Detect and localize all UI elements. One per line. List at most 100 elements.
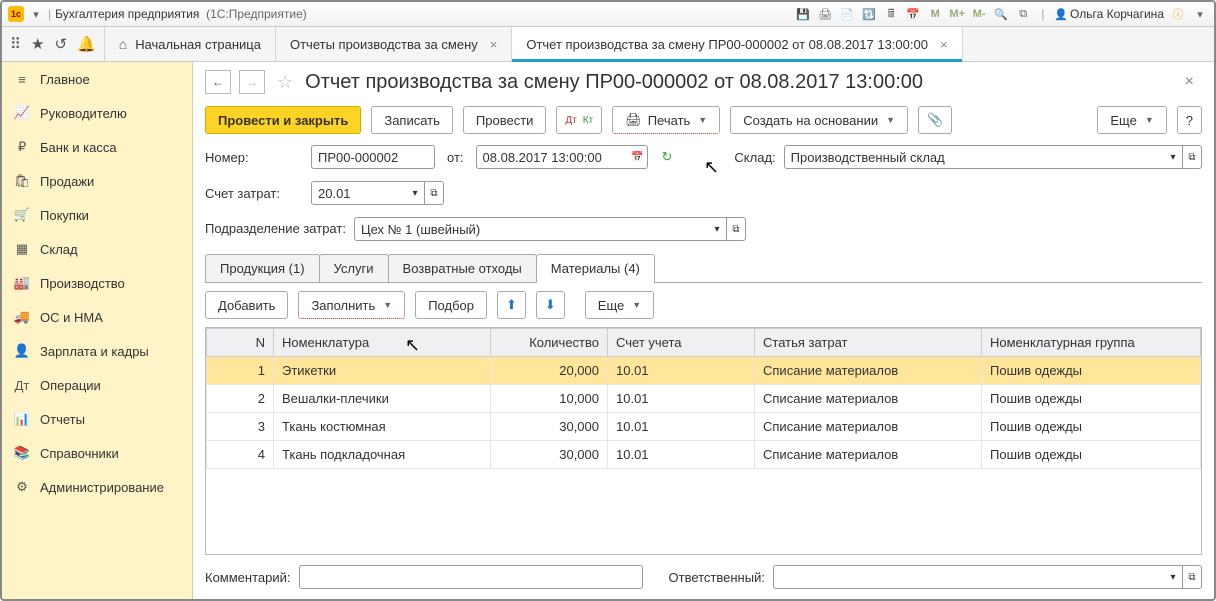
dt-kt-button[interactable]: ДтКт (556, 106, 602, 134)
sidebar-item-12[interactable]: ⚙Администрирование (2, 470, 192, 504)
calendar-icon[interactable]: 📅 (905, 6, 921, 22)
save-button[interactable]: Записать (371, 106, 453, 134)
table-row[interactable]: 2Вешалки-плечики10,00010.01Списание мате… (207, 385, 1201, 413)
sidebar-item-8[interactable]: 👤Зарплата и кадры (2, 334, 192, 368)
notifications-icon[interactable]: 🔔 (77, 35, 96, 53)
sidebar-item-5[interactable]: ▦Склад (2, 232, 192, 266)
sys-icons: ⠿ ★ ↺ 🔔 (2, 27, 105, 61)
materials-table[interactable]: N Номенклатура Количество Счет учета Ста… (205, 327, 1202, 555)
chevron-down-icon[interactable]: ▾ (1164, 565, 1183, 589)
user-label[interactable]: 👤Ольга Корчагина (1054, 7, 1164, 21)
print-icon[interactable]: 🖨 (817, 6, 833, 22)
sidebar-item-2[interactable]: ₽Банк и касса (2, 130, 192, 164)
post-button[interactable]: Провести (463, 106, 547, 134)
open-icon[interactable]: ⧉ (1183, 565, 1202, 589)
refresh-icon[interactable]: ↻ (662, 149, 673, 165)
sidebar-item-4[interactable]: 🛒 Покупки (2, 198, 192, 232)
comment-input[interactable] (299, 565, 643, 589)
post-and-close-button[interactable]: Провести и закрыть (205, 106, 361, 134)
tab-returns[interactable]: Возвратные отходы (388, 254, 537, 282)
sidebar-item-11[interactable]: 📚Справочники (2, 436, 192, 470)
print-button[interactable]: 🖨Печать▼ (612, 106, 720, 134)
sidebar-item-6[interactable]: 🏭Производство (2, 266, 192, 300)
sidebar-icon: 🛒 (14, 207, 30, 223)
warehouse-combo[interactable]: Производственный склад ▾ ⧉ (784, 145, 1202, 169)
tab-current-doc[interactable]: Отчет производства за смену ПР00-000002 … (512, 27, 962, 61)
date-input[interactable]: 08.08.2017 13:00:00 📅 (476, 145, 648, 169)
sidebar-item-label: Покупки (40, 208, 89, 223)
sidebar-item-label: Производство (40, 276, 125, 291)
menu-icon[interactable]: ▾ (1192, 6, 1208, 22)
sidebar-item-1[interactable]: 📈Руководителю (2, 96, 192, 130)
calc-icon[interactable]: 🖩 (883, 6, 899, 22)
calendar-icon[interactable]: 📅 (629, 145, 648, 169)
tab-home[interactable]: ⌂ Начальная страница (105, 27, 276, 61)
sidebar-item-3[interactable]: 🛍Продажи (2, 164, 192, 198)
sidebar-item-label: Главное (40, 72, 90, 87)
responsible-combo[interactable]: ▾ ⧉ (773, 565, 1202, 589)
sidebar-item-9[interactable]: ДтОперации (2, 368, 192, 402)
nav-back-button[interactable]: ← (205, 70, 231, 94)
open-icon[interactable]: ⧉ (727, 217, 746, 241)
sidebar-item-0[interactable]: ≡Главное (2, 62, 192, 96)
help-button[interactable]: ? (1177, 106, 1202, 134)
tab-materials[interactable]: Материалы (4) (536, 254, 655, 282)
number-input[interactable]: ПР00-000002 (311, 145, 435, 169)
dropdown-icon[interactable]: ▾ (28, 6, 44, 22)
col-account[interactable]: Счет учета (608, 329, 755, 357)
move-up-button[interactable]: ⬆ (497, 291, 526, 319)
tab-products[interactable]: Продукция (1) (205, 254, 320, 282)
m-icon[interactable]: M (927, 6, 943, 22)
windows-icon[interactable]: ⧉ (1015, 6, 1031, 22)
tab-reports[interactable]: Отчеты производства за смену × (276, 27, 512, 61)
open-icon[interactable]: ⧉ (425, 181, 444, 205)
logo-1c-icon: 1c (8, 6, 24, 22)
save-icon[interactable]: 💾 (795, 6, 811, 22)
close-icon[interactable]: × (490, 37, 498, 52)
table-row[interactable]: 3Ткань костюмная30,00010.01Списание мате… (207, 413, 1201, 441)
fill-button[interactable]: Заполнить▼ (298, 291, 405, 319)
col-nomenclature[interactable]: Номенклатура (274, 329, 491, 357)
col-n[interactable]: N (207, 329, 274, 357)
chevron-down-icon[interactable]: ▾ (1164, 145, 1183, 169)
col-cost-item[interactable]: Статья затрат (755, 329, 982, 357)
open-icon[interactable]: ⧉ (1183, 145, 1202, 169)
doc-icon[interactable]: 📄 (839, 6, 855, 22)
chevron-down-icon[interactable]: ▾ (708, 217, 727, 241)
department-combo[interactable]: Цех № 1 (швейный) ▾ ⧉ (354, 217, 746, 241)
responsible-label: Ответственный: (669, 570, 765, 585)
col-quantity[interactable]: Количество (491, 329, 608, 357)
history-icon[interactable]: ↺ (54, 35, 67, 53)
table-more-button[interactable]: Еще▼ (585, 291, 654, 319)
table-row[interactable]: 4Ткань подкладочная30,00010.01Списание м… (207, 441, 1201, 469)
close-icon[interactable]: × (940, 37, 948, 52)
zoom-icon[interactable]: 🔍 (993, 6, 1009, 22)
select-button[interactable]: Подбор (415, 291, 487, 319)
tab-services[interactable]: Услуги (319, 254, 389, 282)
move-down-button[interactable]: ⬇ (536, 291, 565, 319)
more-button[interactable]: Еще▼ (1097, 106, 1166, 134)
cost-account-combo[interactable]: 20.01 ▾ ⧉ (311, 181, 444, 205)
mminus-icon[interactable]: M- (971, 6, 987, 22)
col-nom-group[interactable]: Номенклатурная группа (982, 329, 1201, 357)
sidebar-item-label: Операции (40, 378, 101, 393)
star-icon[interactable]: ☆ (277, 72, 293, 93)
close-doc-button[interactable]: × (1185, 73, 1202, 91)
table-row[interactable]: 1Этикетки20,00010.01Списание материаловП… (207, 357, 1201, 385)
tab-current-label: Отчет производства за смену ПР00-000002 … (526, 37, 928, 52)
create-based-button[interactable]: Создать на основании▼ (730, 106, 908, 134)
favorite-icon[interactable]: ★ (31, 35, 44, 53)
cost-account-label: Счет затрат: (205, 186, 303, 201)
attach-button[interactable]: 📎 (918, 106, 952, 134)
mplus-icon[interactable]: M+ (949, 6, 965, 22)
department-label: Подразделение затрат: (205, 222, 346, 236)
sidebar-item-7[interactable]: 🚚ОС и НМА (2, 300, 192, 334)
apps-icon[interactable]: ⠿ (10, 35, 21, 53)
sidebar-icon: 🛍 (14, 173, 30, 189)
chevron-down-icon[interactable]: ▾ (406, 181, 425, 205)
compare-icon[interactable]: 🔃 (861, 6, 877, 22)
add-button[interactable]: Добавить (205, 291, 288, 319)
info-icon[interactable]: ⓘ (1170, 6, 1186, 22)
sidebar-item-10[interactable]: 📊Отчеты (2, 402, 192, 436)
nav-forward-button[interactable]: → (239, 70, 265, 94)
